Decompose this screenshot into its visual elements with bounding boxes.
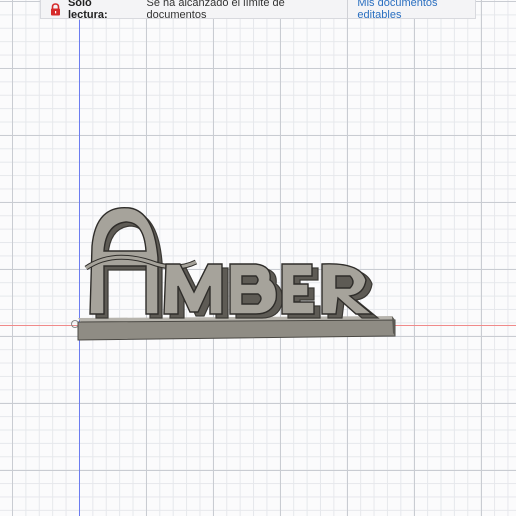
3d-viewport[interactable] [0,0,516,516]
readonly-label: Solo lectura: [67,0,108,21]
banner-divider [346,0,348,19]
amber-3d-model[interactable] [0,0,516,516]
base-plate-front [77,319,396,341]
lock-icon [49,0,62,19]
document-limit-message: Se ha alcanzado el límite de documentos [146,0,285,21]
readonly-banner: Solo lectura: Se ha alcanzado el límite … [40,0,476,21]
editable-documents-link[interactable]: Mis documentos editables [357,0,475,21]
